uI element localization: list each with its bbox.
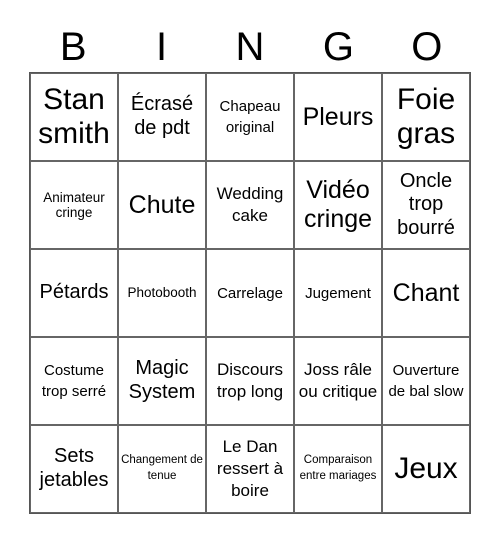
bingo-header: B I N G O [29, 22, 471, 72]
bingo-cell[interactable]: Jeux [382, 425, 470, 513]
bingo-cell[interactable]: Jugement [294, 249, 382, 337]
bingo-cell[interactable]: Photobooth [118, 249, 206, 337]
bingo-cell[interactable]: Comparaison entre mariages [294, 425, 382, 513]
bingo-cell[interactable]: Costume trop serré [30, 337, 118, 425]
bingo-cell[interactable]: Stan smith [30, 73, 118, 161]
bingo-cell[interactable]: Animateur cringe [30, 161, 118, 249]
header-letter-n: N [235, 25, 265, 69]
cell-label: Costume trop serré [41, 362, 107, 400]
cell-label: Pleurs [302, 102, 374, 131]
bingo-cell[interactable]: Joss râle ou critique [294, 337, 382, 425]
bingo-cell[interactable]: Chapeau original [206, 73, 294, 161]
cell-label: Carrelage [217, 284, 283, 302]
cell-label: Photobooth [127, 285, 197, 301]
cell-label: Stan smith [38, 82, 110, 151]
cell-label: Foie gras [396, 82, 456, 151]
bingo-cell[interactable]: Sets jetables [30, 425, 118, 513]
bingo-cell[interactable]: Le Dan ressert à boire [206, 425, 294, 513]
cell-label: Changement de tenue [121, 454, 203, 482]
cell-label: Chapeau original [219, 98, 281, 136]
bingo-cell[interactable]: Écrasé de pdt [118, 73, 206, 161]
cell-label: Vidéo cringe [303, 176, 373, 233]
bingo-cell[interactable]: Pleurs [294, 73, 382, 161]
cell-label: Wedding cake [216, 183, 284, 225]
cell-label: Pétards [39, 281, 109, 304]
bingo-cell[interactable]: Magic System [118, 337, 206, 425]
header-letter-b: B [59, 25, 87, 69]
header-letter-g: G [322, 25, 354, 69]
bingo-cell[interactable]: Foie gras [382, 73, 470, 161]
bingo-cell[interactable]: Changement de tenue [118, 425, 206, 513]
bingo-cell[interactable]: Discours trop long [206, 337, 294, 425]
cell-label: Comparaison entre mariages [299, 454, 377, 482]
bingo-cell[interactable]: Vidéo cringe [294, 161, 382, 249]
cell-label: Oncle trop bourré [397, 169, 455, 239]
bingo-cell[interactable]: Chant [382, 249, 470, 337]
bingo-cell[interactable]: Ouverture de bal slow [382, 337, 470, 425]
cell-label: Ouverture de bal slow [388, 362, 464, 400]
bingo-cell[interactable]: Chute [118, 161, 206, 249]
bingo-cell[interactable]: Pétards [30, 249, 118, 337]
cell-label: Discours trop long [216, 359, 284, 401]
cell-label: Le Dan ressert à boire [216, 436, 284, 501]
bingo-cell[interactable]: Oncle trop bourré [382, 161, 470, 249]
cell-label: Sets jetables [39, 445, 109, 491]
cell-label: Magic System [128, 357, 196, 403]
cell-label: Jeux [394, 451, 458, 485]
cell-label: Joss râle ou critique [298, 359, 378, 401]
cell-label: Jugement [305, 284, 371, 302]
bingo-cell[interactable]: Carrelage [206, 249, 294, 337]
header-letter-o: O [411, 25, 443, 69]
cell-label: Animateur cringe [43, 189, 105, 220]
cell-label: Écrasé de pdt [130, 93, 194, 139]
bingo-cell[interactable]: Wedding cake [206, 161, 294, 249]
bingo-grid: Stan smith Écrasé de pdt Chapeau origina… [29, 72, 471, 514]
cell-label: Chute [128, 190, 196, 219]
header-letter-i: I [156, 25, 168, 69]
cell-label: Chant [392, 278, 460, 307]
